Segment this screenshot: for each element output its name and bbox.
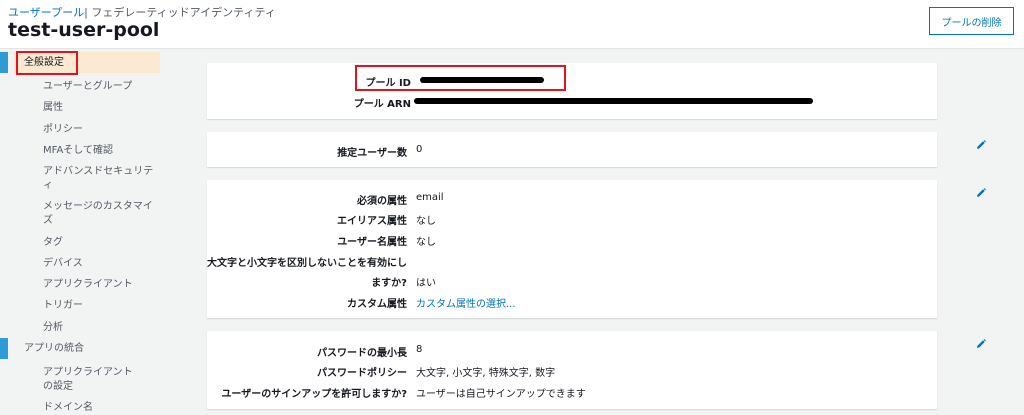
estimated-users-card: [207, 132, 937, 167]
highlight-box-general: [16, 51, 78, 75]
sidebar-item-triggers[interactable]: トリガー: [43, 299, 83, 313]
sidebar-item-domain-name[interactable]: ドメイン名: [43, 401, 93, 415]
sidebar-item-attributes[interactable]: 属性: [43, 101, 63, 115]
case-insensitive-value: はい: [416, 278, 436, 289]
sidebar-item-tags[interactable]: タグ: [43, 236, 63, 250]
pool-info-card: [207, 63, 937, 119]
password-policy-label: パスワードポリシー: [317, 368, 407, 379]
allow-signup-value: ユーザーは自己サインアップできます: [416, 389, 586, 400]
sidebar-item-advanced-security[interactable]: アドバンスドセキュリティ: [43, 165, 158, 193]
breadcrumb: ユーザープール| フェデレーティッドアイデンティティ: [8, 4, 276, 20]
allow-signup-label: ユーザーのサインアップを許可しますか?: [221, 389, 407, 400]
custom-attr-link[interactable]: カスタム属性の選択...: [416, 295, 516, 310]
delete-pool-button[interactable]: プールの削除: [929, 7, 1014, 35]
highlight-box-pool-id: [355, 65, 566, 91]
sidebar-item-users-groups[interactable]: ユーザーとグループ: [43, 80, 132, 94]
case-insensitive-label-1: 大文字と小文字を区別しないことを有効にし: [207, 258, 407, 269]
sidebar: [0, 48, 175, 414]
sidebar-item-analytics[interactable]: 分析: [43, 321, 63, 335]
sidebar-item-app-integration[interactable]: アプリの統合: [24, 342, 84, 356]
sidebar-item-message-customization[interactable]: メッセージのカスタマイズ: [43, 200, 158, 228]
case-insensitive-label-2: ますか?: [371, 278, 407, 289]
estimated-users-value: 0: [416, 144, 423, 155]
username-attr-label: ユーザー名属性: [337, 237, 407, 248]
alias-attr-label: エイリアス属性: [337, 216, 407, 227]
pool-arn-label: プール ARN: [353, 99, 411, 110]
breadcrumb-separator: |: [84, 6, 88, 19]
sidebar-item-app-clients[interactable]: アプリクライアント: [43, 278, 133, 292]
sidebar-item-mfa[interactable]: MFAそして確認: [43, 144, 113, 158]
pool-arn-redacted: [414, 98, 813, 104]
custom-attr-label: カスタム属性: [347, 299, 407, 310]
attributes-card: [207, 180, 937, 318]
sidebar-item-devices[interactable]: デバイス: [43, 257, 83, 271]
breadcrumb-user-pools[interactable]: ユーザープール: [8, 6, 84, 19]
username-attr-value: なし: [416, 237, 436, 248]
sidebar-item-app-client-settings[interactable]: アプリクライアントの設定: [43, 366, 133, 394]
password-min-length-value: 8: [416, 344, 423, 355]
edit-pencil-icon[interactable]: [975, 139, 987, 151]
estimated-users-label: 推定ユーザー数: [337, 148, 407, 159]
edit-pencil-icon[interactable]: [975, 338, 987, 350]
sidebar-item-policies[interactable]: ポリシー: [43, 123, 83, 137]
password-policy-value: 大文字, 小文字, 特殊文字, 数字: [416, 368, 556, 379]
alias-attr-value: なし: [416, 216, 436, 227]
page-header: ユーザープール| フェデレーティッドアイデンティティ test-user-poo…: [0, 0, 1024, 49]
page-title: test-user-pool: [8, 19, 160, 41]
required-attr-label: 必須の属性: [357, 196, 407, 207]
password-min-length-label: パスワードの最小長: [317, 348, 407, 359]
edit-pencil-icon[interactable]: [975, 187, 987, 199]
breadcrumb-federated[interactable]: フェデレーティッドアイデンティティ: [91, 6, 275, 19]
required-attr-value: email: [416, 192, 444, 203]
sidebar-accent-bar-app: [0, 338, 8, 359]
sidebar-accent-bar: [0, 52, 8, 73]
